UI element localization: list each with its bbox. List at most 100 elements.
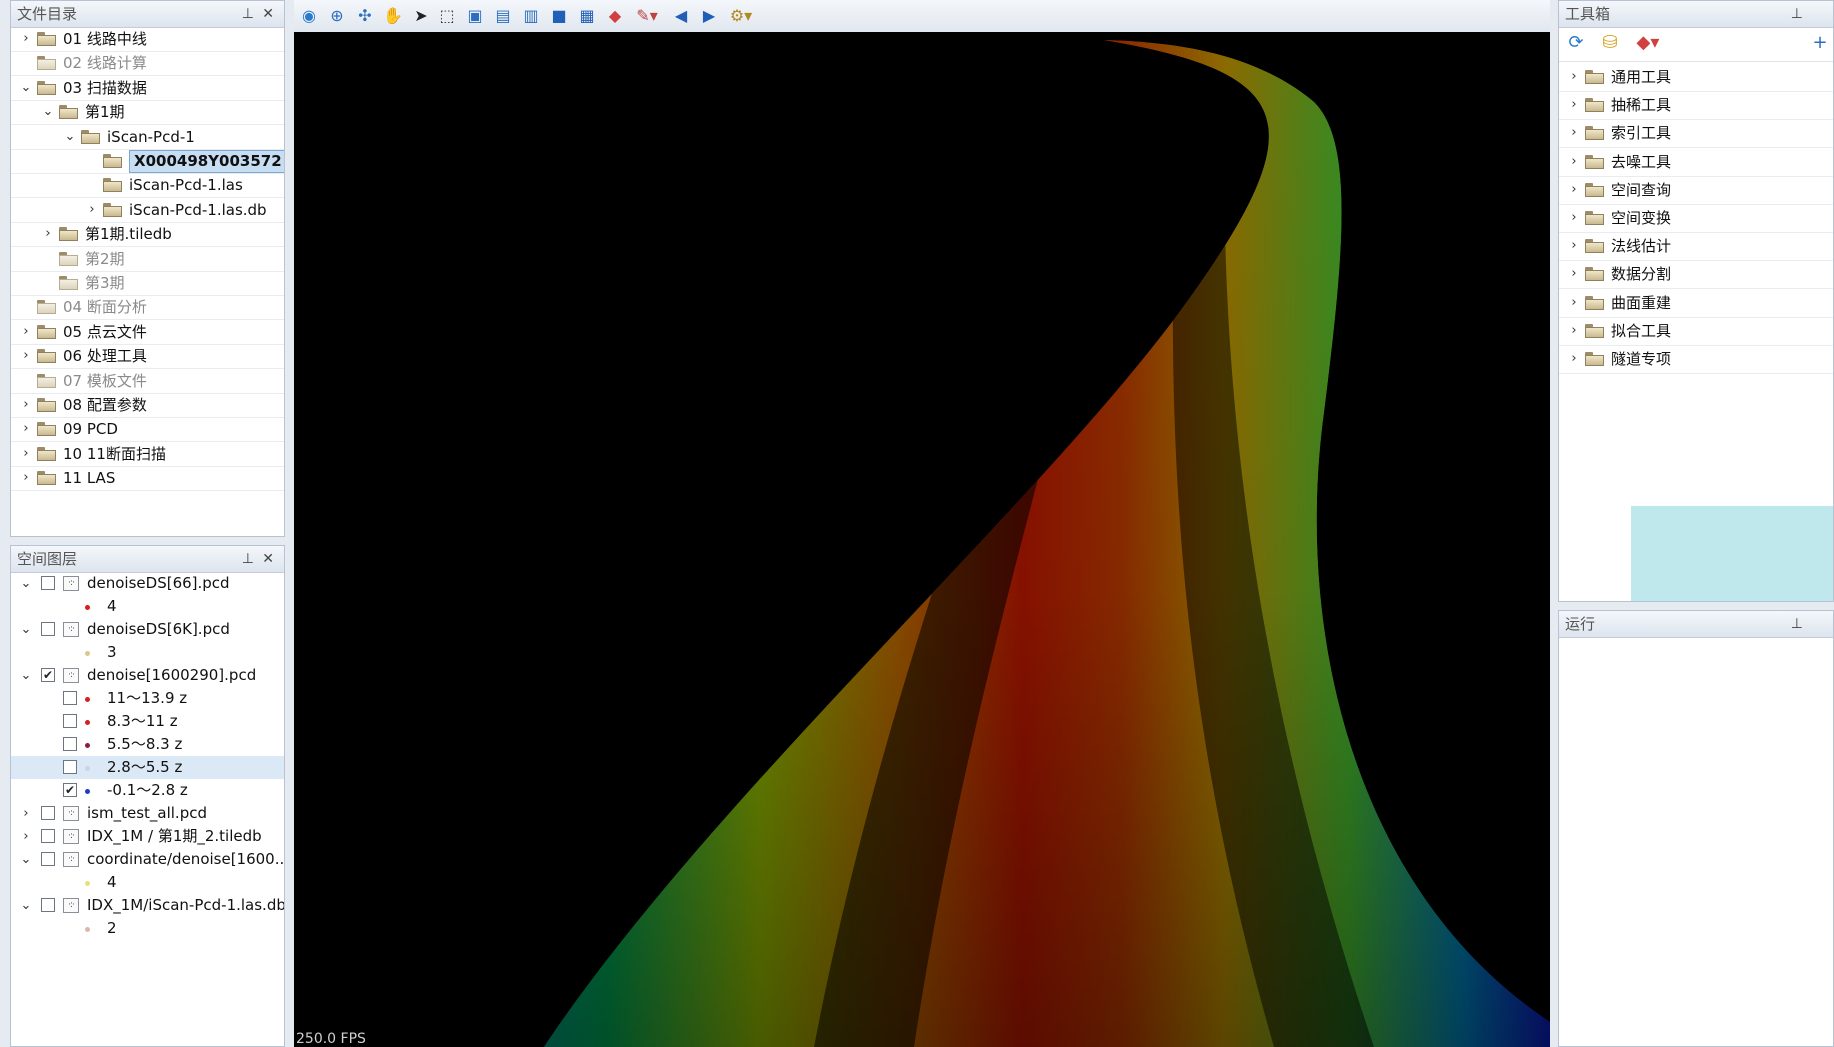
chevron-icon[interactable]: ⌄ [19,618,33,641]
chevron-icon[interactable]: › [19,466,33,490]
layer-class-checkbox[interactable] [63,737,77,751]
file-tree-item[interactable]: › 01 线路中线 [11,27,284,52]
edit-dropdown-icon[interactable]: ✎▾ [632,5,662,27]
toolbox-category[interactable]: › 数据分割 [1559,260,1833,290]
layer-checkbox[interactable] [41,622,55,636]
chevron-right-icon[interactable]: › [1567,232,1581,260]
file-tree-item[interactable]: 07 模板文件 [11,369,284,394]
layer-item[interactable]: ⌄ ·:· coordinate/denoise[1600... [11,848,284,871]
chevron-icon[interactable]: › [19,27,33,51]
chevron-icon[interactable]: ⌄ [19,572,33,595]
screen-icon[interactable]: ▦ [576,5,598,27]
chevron-right-icon[interactable]: › [1567,148,1581,176]
select-box-icon[interactable]: ▤ [492,5,514,27]
globe-icon[interactable]: ◉ [298,5,320,27]
file-tree-item[interactable]: › 05 点云文件 [11,320,284,345]
file-tree-item[interactable]: › 06 处理工具 [11,344,284,370]
chevron-icon[interactable]: › [19,442,33,466]
layer-class-item[interactable]: ✔ -0.1～2.8 z [11,779,284,802]
chevron-icon[interactable]: › [85,198,99,222]
file-tree-item[interactable]: › 08 配置参数 [11,393,284,418]
layer-class-item[interactable]: 2.8～5.5 z [11,756,284,779]
pin-icon[interactable]: ⊥ [1791,1,1803,27]
point-cloud-viewport[interactable]: 250.0 FPS [294,32,1550,1047]
chevron-icon[interactable]: ⌄ [19,664,33,687]
database-icon[interactable]: ⛁ [1599,32,1621,54]
select-layer-icon[interactable]: ▣ [464,5,486,27]
layer-class-checkbox[interactable]: ✔ [63,783,77,797]
toolbox-category[interactable]: › 去噪工具 [1559,148,1833,177]
eraser-dropdown-icon[interactable]: ◆▾ [1631,32,1665,54]
toolbox-category[interactable]: › 拟合工具 [1559,317,1833,346]
file-tree-item[interactable]: › 第1期.tiledb [11,222,284,248]
toolbox-category[interactable]: › 抽稀工具 [1559,91,1833,121]
layer-item[interactable]: ⌄ ✔ ·:· denoise[1600290].pcd [11,664,284,687]
pin-icon[interactable]: ⊥ [242,546,254,572]
file-tree-item[interactable]: › iScan-Pcd-1.las.db [11,198,284,223]
chevron-icon[interactable]: › [19,802,33,825]
refresh-icon[interactable]: ⟳ [1565,32,1587,54]
arrow-left-icon[interactable]: ◀ [670,5,692,27]
pin-icon[interactable]: ⊥ [1791,611,1803,637]
frame-icon[interactable]: ▥ [520,5,542,27]
chevron-icon[interactable]: ⌄ [41,100,55,124]
toolbox-category[interactable]: › 隧道专项 [1559,345,1833,374]
chevron-right-icon[interactable]: › [1567,260,1581,288]
chevron-right-icon[interactable]: › [1567,119,1581,147]
chevron-right-icon[interactable]: › [1567,63,1581,91]
toolbox-category[interactable]: › 曲面重建 [1559,289,1833,318]
pin-icon[interactable]: ⊥ [242,1,254,27]
chevron-icon[interactable]: ⌄ [63,125,77,149]
file-tree-item[interactable]: 02 线路计算 [11,51,284,77]
eraser-icon[interactable]: ◆ [604,5,626,27]
layer-checkbox[interactable] [41,852,55,866]
chevron-icon[interactable]: › [19,344,33,368]
layer-item[interactable]: ⌄ ·:· denoiseDS[6K].pcd [11,618,284,641]
layer-checkbox[interactable] [41,898,55,912]
toolbox-category[interactable]: › 空间查询 [1559,176,1833,205]
toolbox-category[interactable]: › 空间变换 [1559,204,1833,233]
layer-class-item[interactable]: 3 [11,641,284,664]
layer-class-item[interactable]: 2 [11,917,284,940]
layer-checkbox[interactable] [41,576,55,590]
chevron-icon[interactable]: › [41,222,55,246]
chevron-icon[interactable]: ⌄ [19,894,33,917]
chevron-icon[interactable]: ⌄ [19,76,33,100]
layer-item[interactable]: ⌄ ·:· denoiseDS[66].pcd [11,572,284,595]
file-tree-item[interactable]: › 09 PCD [11,417,284,443]
layer-checkbox[interactable] [41,829,55,843]
file-tree-item[interactable]: 第3期 [11,271,284,296]
layer-checkbox[interactable] [41,806,55,820]
close-icon[interactable]: ✕ [262,546,274,572]
file-tree-item[interactable]: X000498Y003572 [11,149,284,174]
file-tree-item[interactable]: › 11 LAS [11,466,284,492]
chevron-right-icon[interactable]: › [1567,317,1581,345]
chevron-icon[interactable]: › [19,320,33,344]
layer-class-checkbox[interactable] [63,714,77,728]
close-icon[interactable]: ✕ [262,1,274,27]
layer-item[interactable]: › ·:· ism_test_all.pcd [11,802,284,825]
layer-class-item[interactable]: 4 [11,871,284,894]
chevron-right-icon[interactable]: › [1567,345,1581,373]
pan-target-icon[interactable]: ✣ [354,5,376,27]
fill-icon[interactable]: ■ [548,5,570,27]
file-tree-item[interactable]: 第2期 [11,247,284,272]
layer-class-checkbox[interactable] [63,760,77,774]
toolbox-category[interactable]: › 法线估计 [1559,232,1833,262]
zoom-in-icon[interactable]: ⊕ [326,5,348,27]
file-tree-item[interactable]: iScan-Pcd-1.las [11,173,284,199]
layer-class-item[interactable]: 4 [11,595,284,618]
chevron-right-icon[interactable]: › [1567,91,1581,119]
chevron-right-icon[interactable]: › [1567,176,1581,204]
file-tree-item[interactable]: › 10 11断面扫描 [11,442,284,467]
chevron-icon[interactable]: › [19,825,33,848]
layer-class-item[interactable]: 11～13.9 z [11,687,284,710]
settings-dropdown-icon[interactable]: ⚙▾ [726,5,756,27]
arrow-right-icon[interactable]: ▶ [698,5,720,27]
layer-class-item[interactable]: 5.5～8.3 z [11,733,284,756]
select-rect-icon[interactable]: ⬚ [436,5,458,27]
pointer-icon[interactable]: ➤ [410,5,432,27]
hand-icon[interactable]: ✋ [382,5,404,27]
toolbox-category[interactable]: › 索引工具 [1559,119,1833,149]
chevron-icon[interactable]: › [19,417,33,441]
